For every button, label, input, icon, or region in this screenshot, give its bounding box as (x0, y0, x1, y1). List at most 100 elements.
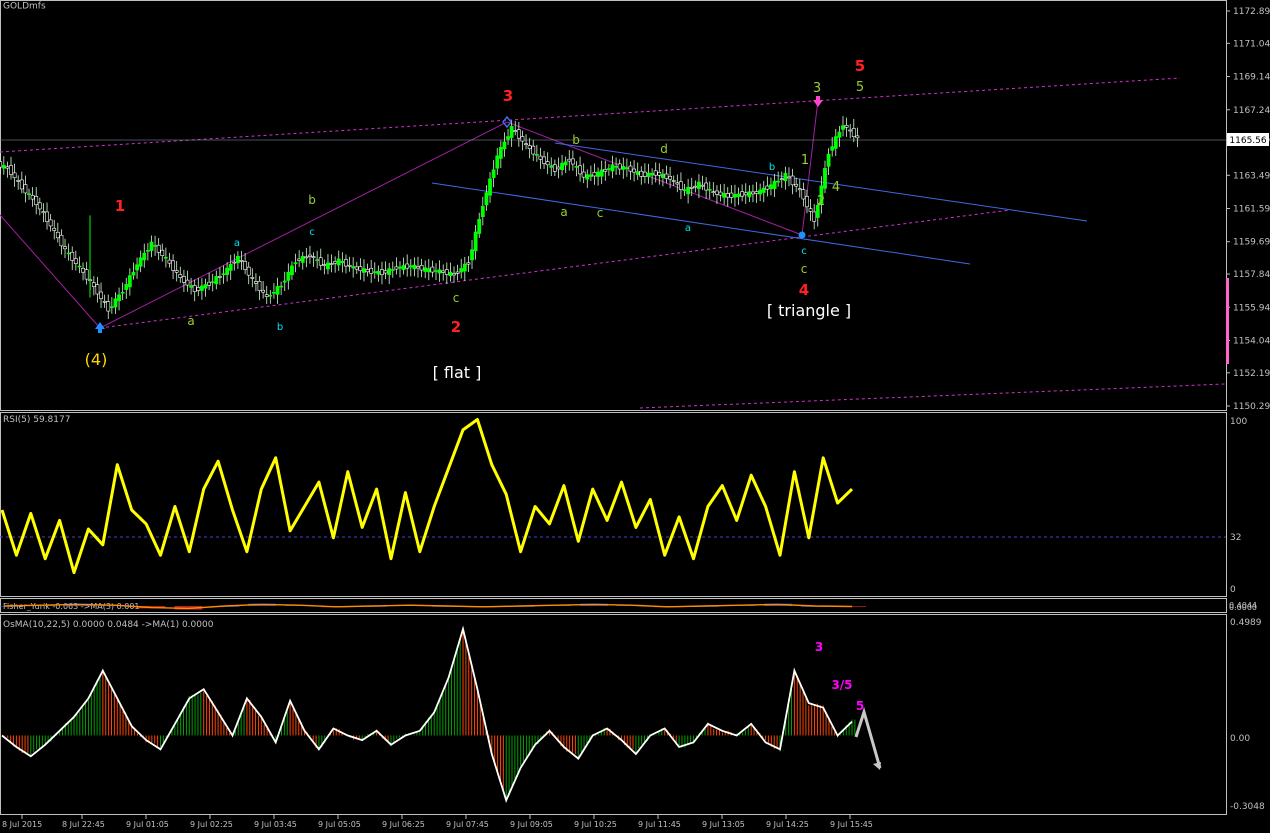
candle-body (41, 211, 46, 214)
candle-body (805, 196, 809, 208)
candle-body (776, 180, 781, 183)
pattern-label-triangle: [ triangle ] (767, 301, 851, 320)
candle-body (275, 286, 280, 295)
candle-body (95, 284, 100, 295)
candle-body (491, 169, 496, 178)
candle-body (693, 185, 698, 188)
osma-axis-top: 0.4989 (1230, 618, 1262, 628)
candle-body (185, 279, 190, 286)
candle-body (614, 166, 618, 168)
candle-body (722, 193, 727, 198)
candle-body (675, 182, 680, 185)
time-tick-label: 9 Jul 01:05 (126, 820, 169, 829)
candle-body (617, 163, 622, 170)
dot-marker-icon (798, 231, 806, 239)
candle-body (441, 270, 446, 273)
candle-body (527, 145, 532, 150)
candle-body (308, 254, 312, 257)
candle-body (178, 274, 183, 278)
candle-body (12, 172, 17, 179)
wave-label-c2: c (309, 227, 315, 238)
candle-body (851, 128, 856, 138)
candle-body (282, 280, 287, 283)
candle-body (63, 246, 67, 250)
candle-body (297, 258, 302, 261)
candle-body (5, 166, 10, 169)
candle-body (635, 171, 640, 175)
candle-body (498, 147, 503, 159)
candle-body (372, 271, 377, 273)
candle-body (689, 186, 694, 189)
candle-body (300, 256, 305, 263)
candle-body (127, 275, 132, 288)
candle-body (336, 258, 341, 266)
candle-body (120, 291, 125, 294)
candle-body (769, 184, 773, 190)
chart-canvas[interactable]: 1172.89 1171.04 1169.14 1167.24 1165.56 1163.… (0, 0, 1270, 833)
candle-body (459, 268, 464, 273)
candle-body (736, 193, 741, 197)
candle-body (326, 262, 330, 270)
candle-body (751, 191, 755, 195)
candle-body (599, 169, 604, 177)
candle-body (740, 191, 745, 197)
wave-label-b3: b (572, 133, 580, 147)
candle-body (488, 178, 492, 196)
time-tick-label: 8 Jul 22:45 (62, 820, 105, 829)
time-tick-label: 9 Jul 09:05 (510, 820, 553, 829)
candle-body (556, 166, 561, 170)
candle-body (711, 191, 716, 193)
candle-body (207, 281, 211, 286)
wave-label-d1: d (660, 142, 668, 156)
candle-body (419, 265, 424, 271)
candle-body (434, 270, 438, 272)
candle-body (801, 189, 806, 200)
candle-body (390, 269, 395, 271)
candle-body (290, 265, 294, 276)
candle-body (156, 244, 161, 253)
candle-body (592, 171, 597, 177)
wave-label-a1: a (187, 314, 194, 328)
candle-body (167, 259, 172, 264)
osma-label-3: 3 (815, 640, 823, 654)
candle-body (246, 266, 251, 276)
fisher-title: Fisher_Yurik -0.063 ->MA(3) 0.001 (3, 602, 140, 611)
candle-body (250, 277, 255, 279)
candle-body (34, 196, 39, 206)
candle-body (765, 185, 770, 190)
scroll-indicator[interactable] (1226, 278, 1229, 364)
candle-body (524, 143, 528, 146)
candle-body (380, 269, 384, 276)
candle-body (254, 281, 258, 284)
osma-label-3-5: 3/5 (831, 678, 852, 692)
candle-body (304, 256, 309, 259)
candle-body (138, 257, 143, 267)
candle-body (837, 131, 842, 138)
wave-label-c4: c (597, 206, 604, 220)
candle-body (358, 266, 363, 272)
candle-body (754, 191, 759, 194)
candle-body (30, 195, 35, 200)
candle-body (405, 263, 410, 269)
candle-body (686, 186, 691, 195)
candle-body (779, 178, 784, 180)
candle-body (729, 192, 734, 198)
candle-body (725, 193, 730, 198)
candle-body (682, 189, 687, 191)
rsi-axis-mid: 32 (1230, 533, 1241, 543)
candle-body (135, 264, 139, 271)
candle-body (153, 245, 157, 247)
candle-body (477, 219, 482, 234)
candle-body (516, 129, 521, 139)
candle-body (581, 171, 586, 178)
candle-body (401, 265, 406, 270)
price-tick-label: 1157.84 (1233, 270, 1270, 280)
candle-body (412, 264, 417, 270)
wave-label-b4: b (769, 162, 775, 173)
candle-body (315, 259, 320, 261)
candle-body (747, 191, 752, 198)
time-tick-label: 9 Jul 05:05 (318, 820, 361, 829)
time-tick-label: 8 Jul 2015 (2, 820, 42, 829)
wave-label-sub1: 1 (801, 153, 809, 168)
wave-label-a3: a (560, 205, 567, 219)
